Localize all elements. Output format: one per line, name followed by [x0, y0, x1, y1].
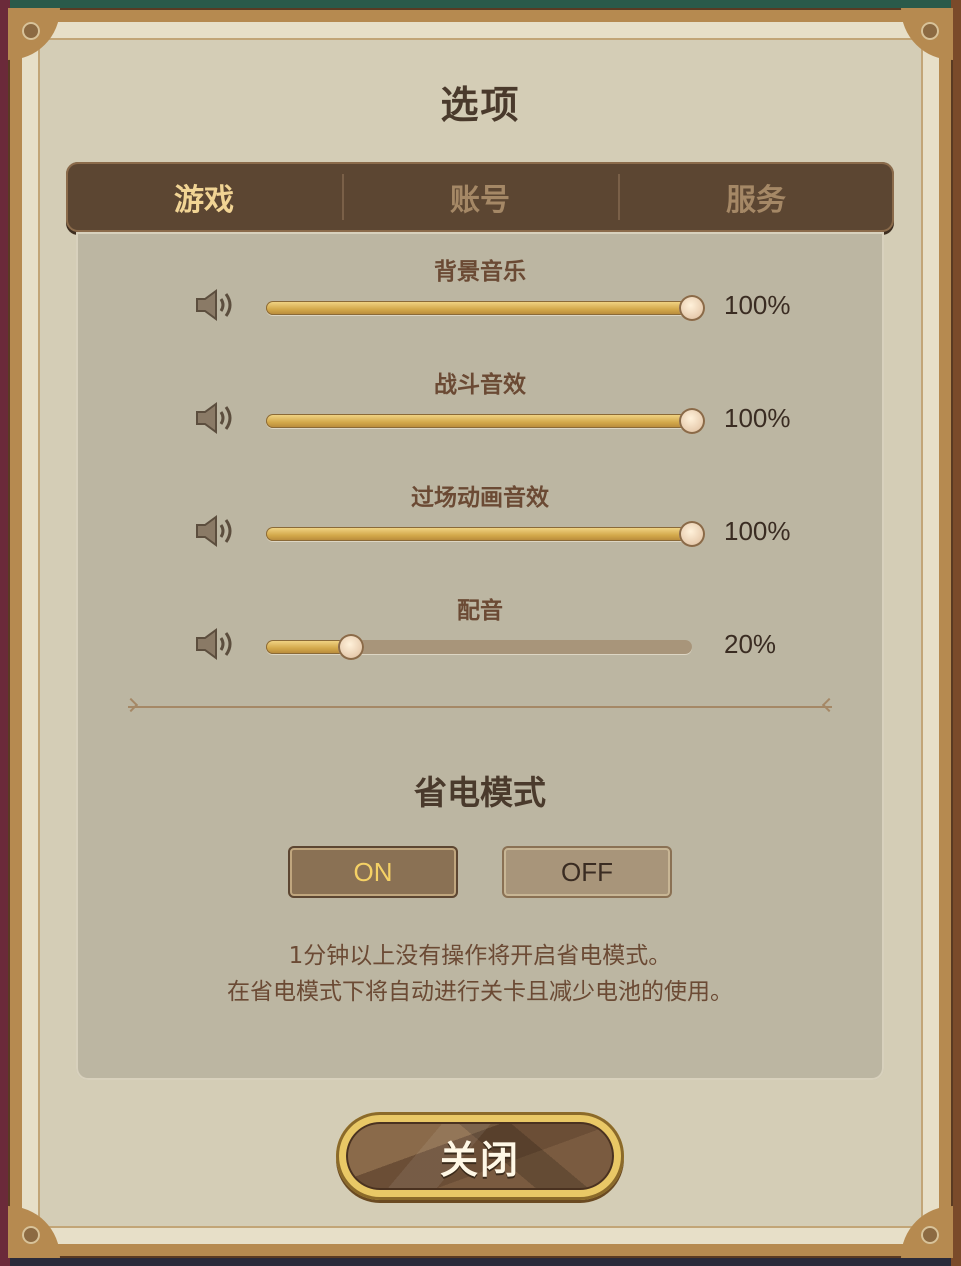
- power-saving-description: 1分钟以上没有操作将开启省电模式。 在省电模式下将自动进行关卡且减少电池的使用。: [76, 938, 884, 1010]
- volume-fill: [266, 414, 692, 428]
- power-saving-on-button[interactable]: ON: [288, 846, 458, 898]
- section-divider: [128, 706, 832, 708]
- power-saving-title: 省电模式: [414, 773, 546, 812]
- volume-knob[interactable]: [338, 634, 365, 660]
- speaker-icon[interactable]: [194, 401, 236, 435]
- volume-percent: 100%: [724, 516, 791, 546]
- description-line: 1分钟以上没有操作将开启省电模式。: [288, 943, 672, 969]
- tab-game[interactable]: 游戏: [66, 162, 342, 232]
- volume-track[interactable]: [266, 521, 705, 547]
- settings-panel: 背景音乐 100% 战斗音效 100% 过场动画音效 100% 配音 20% 省…: [76, 232, 884, 1080]
- slider-label: 过场动画音效: [411, 485, 549, 511]
- slider-label: 配音: [457, 598, 503, 624]
- slider-voice: 配音 20%: [76, 571, 884, 681]
- power-saving-off-button[interactable]: OFF: [502, 846, 672, 898]
- volume-percent: 100%: [724, 290, 791, 320]
- volume-knob[interactable]: [679, 295, 705, 321]
- rivet-icon: [921, 1226, 939, 1244]
- rivet-icon: [921, 22, 939, 40]
- close-button[interactable]: 关闭: [336, 1112, 624, 1200]
- dialog-title: 选项: [440, 83, 521, 127]
- tab-account[interactable]: 账号: [342, 162, 618, 232]
- volume-knob[interactable]: [679, 521, 705, 547]
- slider-label: 战斗音效: [434, 372, 526, 398]
- speaker-icon[interactable]: [194, 627, 236, 661]
- volume-knob[interactable]: [679, 408, 705, 434]
- close-button-label: 关闭: [439, 1137, 520, 1182]
- tab-bar: 游戏 账号 服务: [66, 162, 894, 232]
- speaker-icon[interactable]: [194, 514, 236, 548]
- tab-service[interactable]: 服务: [618, 162, 894, 232]
- volume-track[interactable]: [266, 634, 692, 660]
- volume-fill: [266, 301, 692, 315]
- speaker-icon[interactable]: [194, 288, 236, 322]
- slider-label: 背景音乐: [434, 259, 526, 285]
- volume-fill: [266, 527, 692, 541]
- volume-track[interactable]: [266, 295, 705, 321]
- slider-cutscene-sfx: 过场动画音效 100%: [76, 458, 884, 568]
- rivet-icon: [22, 1226, 40, 1244]
- rivet-icon: [22, 22, 40, 40]
- slider-bgm: 背景音乐 100%: [76, 232, 884, 342]
- slider-battle-sfx: 战斗音效 100%: [76, 345, 884, 455]
- volume-percent: 20%: [724, 629, 777, 659]
- volume-track[interactable]: [266, 408, 705, 434]
- description-line: 在省电模式下将自动进行关卡且减少电池的使用。: [227, 979, 733, 1005]
- volume-percent: 100%: [724, 403, 791, 433]
